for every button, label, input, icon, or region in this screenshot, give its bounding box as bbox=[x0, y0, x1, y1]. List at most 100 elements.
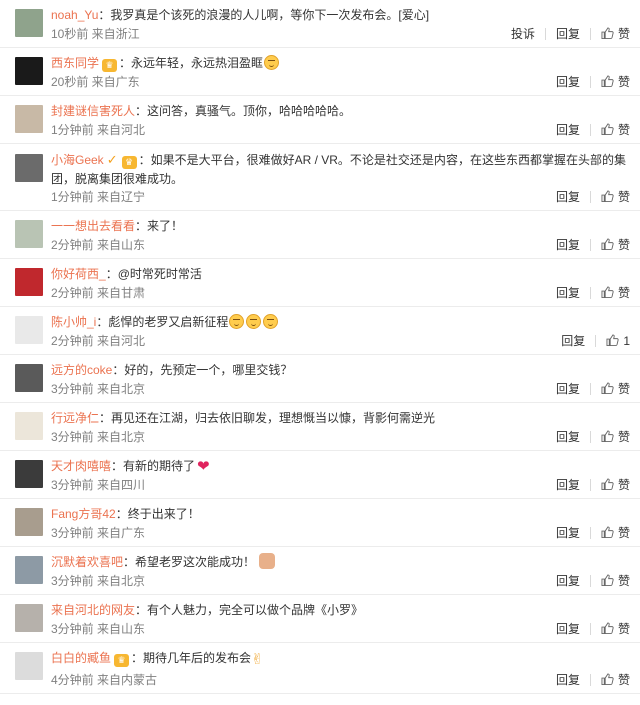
comment-meta: 1分钟前 来自辽宁 bbox=[51, 190, 146, 204]
reply-button[interactable]: 回复 bbox=[556, 621, 580, 637]
username-link[interactable]: 你好荷西_ bbox=[51, 267, 106, 281]
avatar[interactable] bbox=[15, 154, 43, 182]
username-link[interactable]: Fang方哥42 bbox=[51, 507, 116, 521]
username-link[interactable]: 白白的臧鱼 bbox=[51, 651, 111, 665]
reply-button[interactable]: 回复 bbox=[556, 381, 580, 397]
comment-actions: 回复 赞 bbox=[556, 237, 630, 253]
report-button[interactable]: 投诉 bbox=[511, 26, 535, 42]
username-link[interactable]: 一一想出去看看 bbox=[51, 219, 135, 233]
username-link[interactable]: 行远净仁 bbox=[51, 411, 99, 425]
like-button[interactable]: 赞 bbox=[601, 74, 630, 90]
comment-text-line: 小海Geek ✓ ♛ ：如果不是大平台，很难做好AR / VR。不论是社交还是内容，在… bbox=[51, 150, 632, 189]
username-link[interactable]: 陈小帅_i bbox=[51, 315, 96, 329]
comment-meta: 3分钟前 来自北京 bbox=[51, 430, 146, 444]
reply-button[interactable]: 回复 bbox=[561, 333, 585, 349]
username-link[interactable]: noah_Yu bbox=[51, 8, 98, 22]
divider bbox=[589, 191, 591, 203]
comment-text-line: 你好荷西_：@时常死时常活 bbox=[51, 265, 632, 284]
comment-text: ：永远年轻，永远热泪盈眶 bbox=[119, 56, 264, 70]
reply-button[interactable]: 回复 bbox=[556, 672, 580, 688]
username-link[interactable]: 天才肉嘻嘻 bbox=[51, 459, 111, 473]
like-button[interactable]: 赞 bbox=[601, 26, 630, 42]
reply-button[interactable]: 回复 bbox=[556, 573, 580, 589]
avatar[interactable] bbox=[15, 364, 43, 392]
comment-meta: 4分钟前 来自内蒙古 bbox=[51, 673, 158, 687]
reply-button[interactable]: 回复 bbox=[556, 285, 580, 301]
avatar[interactable] bbox=[15, 604, 43, 632]
comment-text: ：@时常死时常活 bbox=[105, 267, 202, 281]
like-button[interactable]: 赞 bbox=[601, 621, 630, 637]
comment-body: 来自河北的网友：有个人魅力，完全可以做个品牌《小罗》 3分钟前 来自山东 bbox=[51, 601, 632, 636]
sticker-image-icon bbox=[259, 553, 276, 569]
like-button[interactable]: 赞 bbox=[601, 477, 630, 493]
avatar[interactable] bbox=[15, 316, 43, 344]
comment-meta: 1分钟前 来自河北 bbox=[51, 123, 146, 137]
reply-button[interactable]: 回复 bbox=[556, 122, 580, 138]
like-button[interactable]: 赞 bbox=[601, 285, 630, 301]
like-button[interactable]: 赞 bbox=[601, 573, 630, 589]
comment-body: 远方的coke：好的，先预定一个，哪里交钱？ 3分钟前 来自北京 bbox=[51, 361, 632, 396]
comment-actions: 回复 1 bbox=[561, 333, 630, 349]
like-label: 赞 bbox=[617, 622, 630, 636]
reply-button[interactable]: 回复 bbox=[556, 74, 580, 90]
reply-button[interactable]: 回复 bbox=[556, 429, 580, 445]
avatar[interactable] bbox=[15, 268, 43, 296]
divider bbox=[589, 287, 591, 299]
avatar[interactable] bbox=[15, 105, 43, 133]
like-label: 赞 bbox=[617, 238, 630, 252]
like-button[interactable]: 赞 bbox=[601, 237, 630, 253]
username-link[interactable]: 沉默着欢喜吧 bbox=[51, 555, 123, 569]
comment-item: 来自河北的网友：有个人魅力，完全可以做个品牌《小罗》 3分钟前 来自山东 回复 赞 bbox=[0, 595, 640, 643]
red-heart-icon: ❤ bbox=[197, 458, 210, 475]
username-link[interactable]: 西东同学 bbox=[51, 56, 99, 70]
avatar[interactable] bbox=[15, 652, 43, 680]
avatar[interactable] bbox=[15, 57, 43, 85]
reply-button[interactable]: 回复 bbox=[556, 525, 580, 541]
reply-button[interactable]: 回复 bbox=[556, 237, 580, 253]
like-button[interactable]: 赞 bbox=[601, 189, 630, 205]
comment-meta: 3分钟前 来自北京 bbox=[51, 382, 146, 396]
comment-text-line: 封建谜信害死人：这问答，真骚气。顶你，哈哈哈哈哈。 bbox=[51, 102, 632, 121]
comment-actions: 回复 赞 bbox=[556, 122, 630, 138]
reply-button[interactable]: 回复 bbox=[556, 477, 580, 493]
comment-actions: 回复 赞 bbox=[556, 285, 630, 301]
like-label: 1 bbox=[623, 334, 630, 348]
username-link[interactable]: 远方的coke bbox=[51, 363, 112, 377]
avatar[interactable] bbox=[15, 9, 43, 37]
like-button[interactable]: 赞 bbox=[601, 381, 630, 397]
like-button[interactable]: 赞 bbox=[601, 525, 630, 541]
avatar[interactable] bbox=[15, 556, 43, 584]
comment-meta: 3分钟前 来自广东 bbox=[51, 526, 146, 540]
comment-text: ：有新的期待了 bbox=[111, 459, 196, 473]
like-button[interactable]: 1 bbox=[606, 333, 630, 349]
comment-text-line: Fang方哥42：终于出来了！ bbox=[51, 505, 632, 524]
avatar[interactable] bbox=[15, 220, 43, 248]
username-link[interactable]: 封建谜信害死人 bbox=[51, 104, 135, 118]
divider bbox=[589, 124, 591, 136]
comment-actions: 投诉 回复 赞 bbox=[511, 26, 630, 42]
vip-badge-icon: ♛ bbox=[121, 156, 137, 169]
username-link[interactable]: 来自河北的网友 bbox=[51, 603, 135, 617]
comment-body: 陈小帅_i：彪悍的老罗又启新征程 2分钟前 来自河北 bbox=[51, 313, 632, 348]
reply-button[interactable]: 回复 bbox=[556, 26, 580, 42]
comment-text-line: 白白的臧鱼 ♛ ：期待几年后的发布会✌ bbox=[51, 649, 632, 669]
avatar[interactable] bbox=[15, 412, 43, 440]
comment-text: ：好的，先预定一个，哪里交钱？ bbox=[112, 363, 293, 377]
like-button[interactable]: 赞 bbox=[601, 429, 630, 445]
avatar[interactable] bbox=[15, 460, 43, 488]
like-label: 赞 bbox=[617, 478, 630, 492]
comment-item: 天才肉嘻嘻：有新的期待了 ❤ 3分钟前 来自四川 回复 赞 bbox=[0, 451, 640, 499]
comment-body: 天才肉嘻嘻：有新的期待了 ❤ 3分钟前 来自四川 bbox=[51, 457, 632, 492]
comment-body: 沉默着欢喜吧：希望老罗这次能成功！ 3分钟前 来自北京 bbox=[51, 553, 632, 588]
like-label: 赞 bbox=[617, 382, 630, 396]
comment-text-line: 来自河北的网友：有个人魅力，完全可以做个品牌《小罗》 bbox=[51, 601, 632, 620]
username-link[interactable]: 小海Geek bbox=[51, 153, 104, 167]
comment-text-line: 一一想出去看看：来了！ bbox=[51, 217, 632, 236]
thumbs-up-icon bbox=[601, 27, 614, 39]
avatar[interactable] bbox=[15, 508, 43, 536]
like-button[interactable]: 赞 bbox=[601, 672, 630, 688]
comment-actions: 回复 赞 bbox=[556, 573, 630, 589]
vip-badge-icon: ♛ bbox=[102, 59, 118, 72]
like-button[interactable]: 赞 bbox=[601, 122, 630, 138]
reply-button[interactable]: 回复 bbox=[556, 189, 580, 205]
